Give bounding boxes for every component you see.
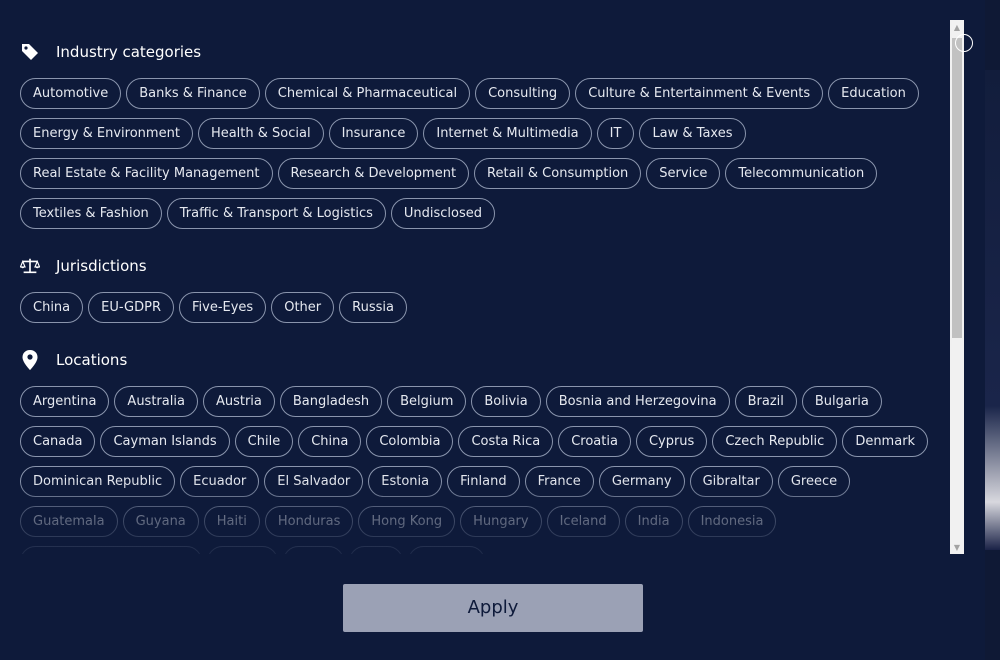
locations-chip-haiti[interactable]: Haiti (203, 506, 260, 537)
industry-chip-chemical-pharmaceutical[interactable]: Chemical & Pharmaceutical (264, 78, 471, 109)
locations-chip-bangladesh[interactable]: Bangladesh (279, 386, 383, 417)
industry-chip-undisclosed[interactable]: Undisclosed (390, 198, 496, 229)
locations-chip-chile[interactable]: Chile (234, 426, 294, 457)
jurisdictions-chip-five-eyes[interactable]: Five-Eyes (179, 292, 267, 323)
locations-chip-australia[interactable]: Australia (114, 386, 198, 417)
locations-chip-gibraltar[interactable]: Gibraltar (689, 466, 773, 497)
background-edge (985, 0, 1000, 660)
industry-chip-automotive[interactable]: Automotive (20, 78, 122, 109)
map-pin-icon (20, 350, 40, 370)
industry-chip-traffic-transport-logistics[interactable]: Traffic & Transport & Logistics (166, 198, 386, 229)
locations-chip-bulgaria[interactable]: Bulgaria (801, 386, 882, 417)
close-icon[interactable] (955, 34, 973, 52)
locations-section: Locations Argentina Australia Austria Bangl… (20, 348, 948, 554)
locations-chip-cayman-islands[interactable]: Cayman Islands (100, 426, 230, 457)
locations-chip-india[interactable]: India (624, 506, 683, 537)
locations-chip-bolivia[interactable]: Bolivia (471, 386, 541, 417)
jurisdictions-chip-russia[interactable]: Russia (339, 292, 407, 323)
locations-chip-france[interactable]: France (524, 466, 594, 497)
locations-chip-israel[interactable]: Israel (282, 546, 345, 554)
jurisdictions-chip-eu-gdpr[interactable]: EU-GDPR (88, 292, 174, 323)
industry-chip-health-social[interactable]: Health & Social (197, 118, 324, 149)
industry-chip-service[interactable]: Service (646, 158, 721, 189)
locations-chip-china[interactable]: China (298, 426, 362, 457)
locations-chip-cyprus[interactable]: Cyprus (635, 426, 708, 457)
locations-chip-iran-islamic-republic-of[interactable]: Iran, Islamic Republic of (20, 546, 202, 554)
scrollbar-thumb[interactable] (952, 38, 962, 338)
locations-chip-italy[interactable]: Italy (349, 546, 404, 554)
industry-chip-retail-consumption[interactable]: Retail & Consumption (474, 158, 642, 189)
locations-chip-denmark[interactable]: Denmark (842, 426, 929, 457)
industry-chip-list: Automotive Banks & Finance Chemical & Phar… (20, 78, 940, 238)
apply-button[interactable]: Apply (343, 584, 643, 632)
locations-chip-croatia[interactable]: Croatia (558, 426, 631, 457)
locations-chip-colombia[interactable]: Colombia (366, 426, 454, 457)
locations-chip-honduras[interactable]: Honduras (264, 506, 354, 537)
scroll-down-arrow-icon[interactable]: ▼ (950, 540, 964, 554)
locations-chip-finland[interactable]: Finland (447, 466, 520, 497)
scroll-up-arrow-icon[interactable]: ▲ (950, 20, 964, 34)
locations-chip-dominican-republic[interactable]: Dominican Republic (20, 466, 176, 497)
industry-chip-real-estate-facility-management[interactable]: Real Estate & Facility Management (20, 158, 273, 189)
jurisdictions-section: Jurisdictions China EU-GDPR Five-Eyes Other… (20, 254, 948, 332)
locations-chip-ecuador[interactable]: Ecuador (180, 466, 260, 497)
jurisdictions-chip-china[interactable]: China (20, 292, 84, 323)
industry-title: Industry categories (56, 43, 202, 61)
industry-chip-education[interactable]: Education (828, 78, 919, 109)
industry-chip-banks-finance[interactable]: Banks & Finance (126, 78, 260, 109)
locations-chip-austria[interactable]: Austria (202, 386, 275, 417)
locations-chip-hungary[interactable]: Hungary (460, 506, 542, 537)
locations-chip-hong-kong[interactable]: Hong Kong (358, 506, 456, 537)
scales-icon (20, 256, 40, 276)
locations-chip-list: Argentina Australia Austria Bangladesh Belgi… (20, 386, 940, 554)
industry-header: Industry categories (20, 40, 948, 64)
jurisdictions-chip-list: China EU-GDPR Five-Eyes Other Russia (20, 292, 940, 332)
locations-chip-estonia[interactable]: Estonia (368, 466, 443, 497)
locations-chip-guyana[interactable]: Guyana (122, 506, 199, 537)
industry-chip-insurance[interactable]: Insurance (328, 118, 419, 149)
industry-chip-it[interactable]: IT (596, 118, 635, 149)
locations-chip-brazil[interactable]: Brazil (734, 386, 797, 417)
background-edge-glow (985, 70, 1000, 550)
industry-chip-consulting[interactable]: Consulting (475, 78, 571, 109)
locations-chip-jamaica[interactable]: Jamaica (408, 546, 486, 554)
vertical-scrollbar[interactable]: ▲ ▼ (950, 20, 964, 554)
locations-chip-ireland[interactable]: Ireland (206, 546, 278, 554)
locations-chip-argentina[interactable]: Argentina (20, 386, 110, 417)
industry-chip-culture-entertainment-events[interactable]: Culture & Entertainment & Events (575, 78, 824, 109)
filter-modal: Industry categories Automotive Banks & Fi… (0, 0, 985, 660)
jurisdictions-chip-other[interactable]: Other (271, 292, 335, 323)
industry-chip-textiles-fashion[interactable]: Textiles & Fashion (20, 198, 162, 229)
locations-chip-bosnia-and-herzegovina[interactable]: Bosnia and Herzegovina (545, 386, 730, 417)
locations-chip-greece[interactable]: Greece (777, 466, 851, 497)
locations-chip-belgium[interactable]: Belgium (387, 386, 467, 417)
industry-chip-law-taxes[interactable]: Law & Taxes (639, 118, 746, 149)
jurisdictions-header: Jurisdictions (20, 254, 948, 278)
locations-chip-guatemala[interactable]: Guatemala (20, 506, 118, 537)
locations-chip-canada[interactable]: Canada (20, 426, 96, 457)
locations-chip-costa-rica[interactable]: Costa Rica (458, 426, 554, 457)
locations-chip-czech-republic[interactable]: Czech Republic (712, 426, 838, 457)
locations-chip-indonesia[interactable]: Indonesia (687, 506, 777, 537)
locations-chip-el-salvador[interactable]: El Salvador (264, 466, 364, 497)
tag-icon (20, 42, 40, 62)
industry-chip-internet-multimedia[interactable]: Internet & Multimedia (423, 118, 592, 149)
apply-bar: Apply (0, 560, 985, 660)
locations-title: Locations (56, 351, 128, 369)
industry-chip-energy-environment[interactable]: Energy & Environment (20, 118, 193, 149)
filter-scroll-area[interactable]: Industry categories Automotive Banks & Fi… (0, 20, 948, 554)
jurisdictions-title: Jurisdictions (56, 257, 147, 275)
industry-section: Industry categories Automotive Banks & Fi… (20, 40, 948, 238)
industry-chip-telecommunication[interactable]: Telecommunication (725, 158, 878, 189)
industry-chip-research-development[interactable]: Research & Development (277, 158, 470, 189)
locations-chip-germany[interactable]: Germany (598, 466, 685, 497)
locations-header: Locations (20, 348, 948, 372)
locations-chip-iceland[interactable]: Iceland (546, 506, 620, 537)
